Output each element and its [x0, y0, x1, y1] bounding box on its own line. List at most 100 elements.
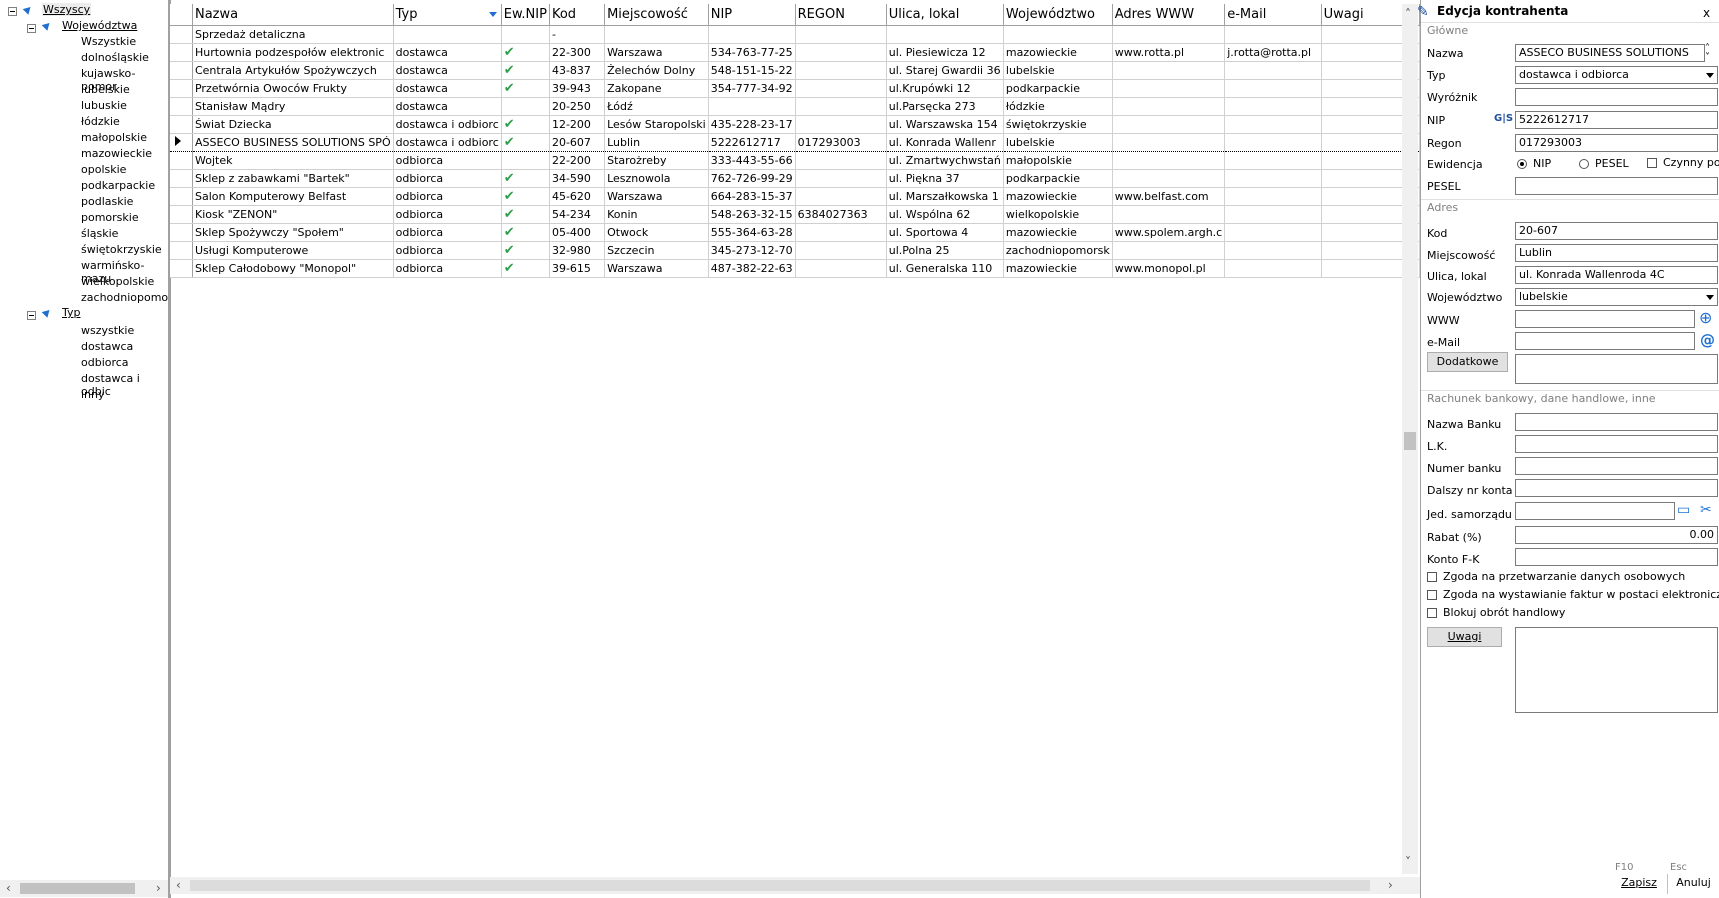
- kod-field[interactable]: 20-607: [1515, 222, 1718, 240]
- tree-item-voivodeship[interactable]: opolskie: [81, 163, 126, 176]
- table-row[interactable]: Świat Dziecka dostawca i odbiorc ✔ 12-200 Le…: [170, 115, 1421, 134]
- table-row[interactable]: Hurtownia podzespołów elektronic dostawca…: [170, 43, 1421, 62]
- scissors-icon[interactable]: ✂: [1700, 502, 1712, 518]
- cell-www[interactable]: www.rotta.pl: [1112, 43, 1226, 62]
- cell-ulica[interactable]: ul. Piękna 37: [886, 169, 1004, 188]
- row-indicator[interactable]: [170, 223, 193, 242]
- radio-pesel[interactable]: [1579, 159, 1589, 169]
- cell-email[interactable]: [1224, 97, 1322, 116]
- spin-icon[interactable]: ˄ ˅: [1705, 44, 1710, 63]
- cell-miasto[interactable]: Warszawa: [604, 187, 709, 206]
- cell-ew[interactable]: ✔: [501, 241, 550, 260]
- cell-miasto[interactable]: Warszawa: [604, 259, 709, 278]
- cell-kod[interactable]: 54-234: [549, 205, 606, 224]
- konto-field[interactable]: [1515, 548, 1718, 566]
- cell-ew[interactable]: ✔: [501, 61, 550, 80]
- scroll-left-icon[interactable]: ‹: [6, 882, 11, 894]
- cell-woj[interactable]: mazowieckie: [1003, 187, 1113, 206]
- cell-ew[interactable]: ✔: [501, 133, 550, 152]
- table-row[interactable]: Przetwórnia Owoców Frukty dostawca ✔ 39-943…: [170, 79, 1421, 98]
- table-row[interactable]: Kiosk "ZENON" odbiorca ✔ 54-234 Konin 548-263…: [170, 205, 1421, 224]
- cell-nip[interactable]: 534-763-77-25: [708, 43, 796, 62]
- cell-nazwa[interactable]: Salon Komputerowy Belfast: [192, 187, 394, 206]
- cell-www[interactable]: www.belfast.com: [1112, 187, 1226, 206]
- cell-kod[interactable]: 39-615: [549, 259, 606, 278]
- column-header[interactable]: Kod: [549, 4, 606, 26]
- dalszy-field[interactable]: [1515, 479, 1718, 497]
- cell-typ[interactable]: dostawca: [393, 79, 502, 98]
- cell-nazwa[interactable]: Hurtownia podzespołów elektronic: [192, 43, 394, 62]
- uwagi-button[interactable]: Uwagi: [1427, 627, 1502, 647]
- scroll-right-icon[interactable]: ›: [1388, 879, 1393, 891]
- column-header[interactable]: e-Mail: [1224, 4, 1322, 26]
- cell-nip[interactable]: 487-382-22-63: [708, 259, 796, 278]
- blokuj-checkbox[interactable]: [1427, 608, 1437, 618]
- tree-item-voivodeship[interactable]: łódzkie: [81, 115, 120, 128]
- cell-www[interactable]: [1112, 79, 1226, 98]
- cell-ulica[interactable]: ul. Starej Gwardii 36: [886, 61, 1004, 80]
- grid-vertical-scrollbar[interactable]: ˄ ˅: [1402, 4, 1418, 874]
- row-indicator[interactable]: [170, 187, 193, 206]
- cell-typ[interactable]: dostawca i odbiorc: [393, 133, 502, 152]
- tree-item-voivodeship[interactable]: pomorskie: [81, 211, 139, 224]
- cell-www[interactable]: [1112, 133, 1226, 152]
- cell-ew[interactable]: ✔: [501, 223, 550, 242]
- cell-typ[interactable]: dostawca: [393, 97, 502, 116]
- tree-item-voivodeship[interactable]: mazowieckie: [81, 147, 152, 160]
- bank-field[interactable]: [1515, 413, 1718, 431]
- cell-ew[interactable]: ✔: [501, 115, 550, 134]
- cell-ew[interactable]: ✔: [501, 169, 550, 188]
- cell-www[interactable]: www.monopol.pl: [1112, 259, 1226, 278]
- cell-email[interactable]: [1224, 25, 1322, 44]
- cell-www[interactable]: [1112, 205, 1226, 224]
- cell-miasto[interactable]: Zakopane: [604, 79, 709, 98]
- cell-regon[interactable]: [795, 223, 887, 242]
- cell-miasto[interactable]: Warszawa: [604, 43, 709, 62]
- row-indicator[interactable]: [170, 205, 193, 224]
- cell-ulica[interactable]: ul. Sportowa 4: [886, 223, 1004, 242]
- collapse-icon[interactable]: [8, 7, 17, 16]
- cell-ew[interactable]: ✔: [501, 205, 550, 224]
- tree-item-voivodeship[interactable]: lubelskie: [81, 83, 130, 96]
- cell-regon[interactable]: [795, 61, 887, 80]
- cell-regon[interactable]: [795, 169, 887, 188]
- cell-woj[interactable]: łódzkie: [1003, 97, 1113, 116]
- cell-ew[interactable]: [501, 25, 550, 44]
- scroll-up-icon[interactable]: ˄: [1405, 8, 1411, 20]
- table-row[interactable]: Stanisław Mądry dostawca 20-250 Łódź ul.Pars…: [170, 97, 1421, 116]
- cell-kod[interactable]: 45-620: [549, 187, 606, 206]
- at-icon[interactable]: @: [1700, 332, 1715, 348]
- globe-icon[interactable]: ⊕: [1699, 310, 1712, 326]
- cell-nazwa[interactable]: Usługi Komputerowe: [192, 241, 394, 260]
- cell-nazwa[interactable]: ASSECO BUSINESS SOLUTIONS SPÓ: [192, 133, 394, 152]
- cell-regon[interactable]: [795, 115, 887, 134]
- tree-group-voivodeships[interactable]: Województwa: [62, 19, 137, 32]
- table-row[interactable]: Sklep Spożywczy "Społem" odbiorca ✔ 05-400 O…: [170, 223, 1421, 242]
- cell-ulica[interactable]: ul. Zmartwychwstań: [886, 151, 1004, 170]
- cell-woj[interactable]: podkarpackie: [1003, 169, 1113, 188]
- row-indicator[interactable]: [170, 97, 193, 116]
- scroll-right-icon[interactable]: ›: [156, 882, 161, 894]
- nazwa-field[interactable]: ASSECO BUSINESS SOLUTIONS: [1515, 44, 1705, 62]
- cell-nip[interactable]: [708, 97, 796, 116]
- column-header[interactable]: Miejscowość: [604, 4, 709, 26]
- cell-ew[interactable]: ✔: [501, 79, 550, 98]
- table-row[interactable]: Centrala Artykułów Spożywczych dostawca ✔ 4…: [170, 61, 1421, 80]
- tree-item-type[interactable]: dostawca: [81, 340, 133, 353]
- cell-email[interactable]: [1224, 151, 1322, 170]
- cell-email[interactable]: [1224, 115, 1322, 134]
- scroll-thumb[interactable]: [20, 883, 135, 894]
- cell-regon[interactable]: [795, 259, 887, 278]
- cell-ew[interactable]: [501, 97, 550, 116]
- column-header[interactable]: REGON: [795, 4, 887, 26]
- cell-ulica[interactable]: [886, 25, 1004, 44]
- cell-typ[interactable]: odbiorca: [393, 241, 502, 260]
- cell-woj[interactable]: małopolskie: [1003, 151, 1113, 170]
- cell-woj[interactable]: lubelskie: [1003, 133, 1113, 152]
- gus-icon[interactable]: G|S: [1494, 111, 1513, 127]
- cell-email[interactable]: [1224, 223, 1322, 242]
- cell-typ[interactable]: odbiorca: [393, 151, 502, 170]
- table-row[interactable]: ASSECO BUSINESS SOLUTIONS SPÓ dostawca i …: [170, 133, 1421, 152]
- cell-miasto[interactable]: Łódź: [604, 97, 709, 116]
- zapisz-button[interactable]: Zapisz: [1611, 874, 1667, 894]
